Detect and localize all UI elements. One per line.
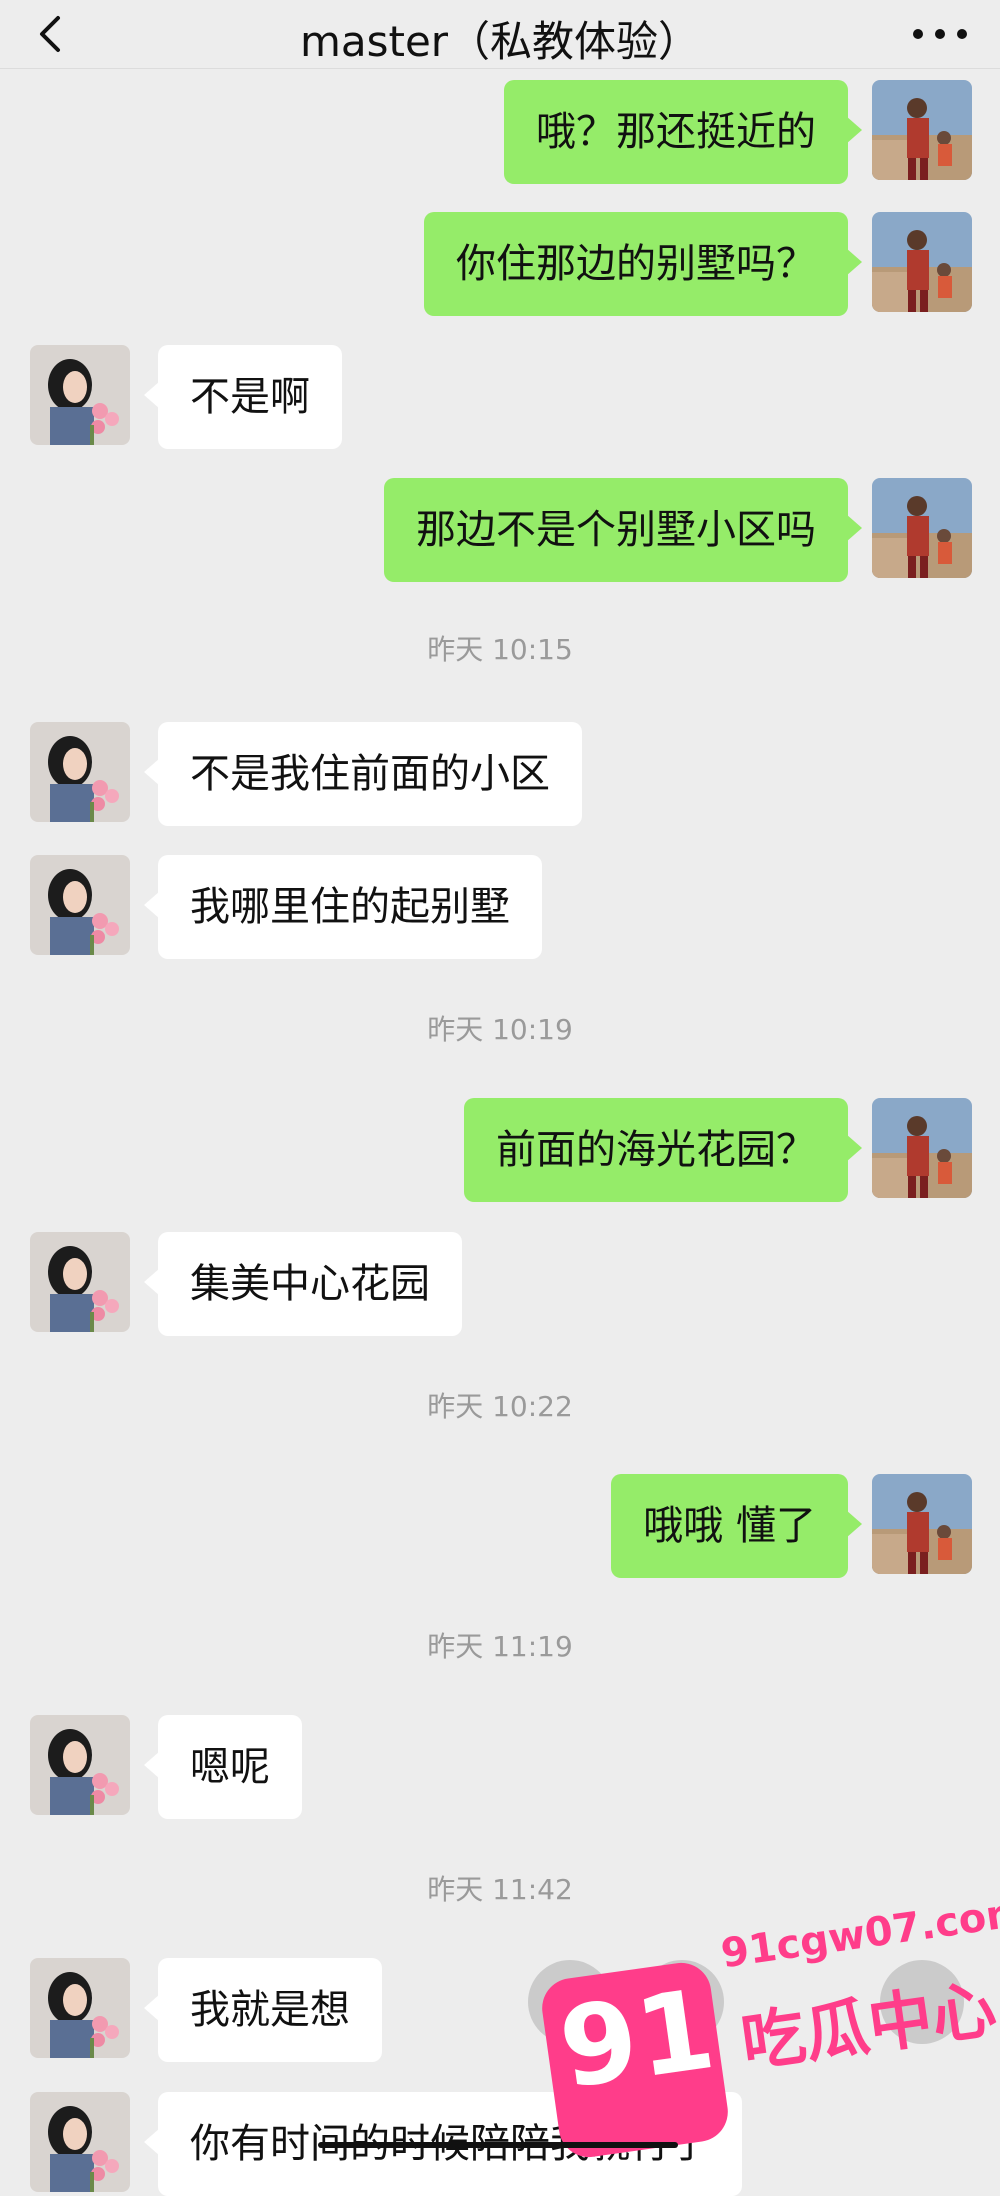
contact-avatar[interactable] xyxy=(30,1715,130,1815)
message-bubble[interactable]: 集美中心花园 xyxy=(144,1232,462,1336)
message-bubble[interactable]: 我就是想 xyxy=(144,1958,382,2062)
redaction-line xyxy=(318,2142,678,2148)
sent-message: 那边不是个别墅小区吗 xyxy=(0,478,1000,582)
timestamp: 昨天 10:19 xyxy=(427,1013,573,1046)
sent-message: 你住那边的别墅吗？ xyxy=(0,212,1000,316)
my-avatar[interactable] xyxy=(872,1098,972,1198)
sent-message: 哦哦 懂了 xyxy=(0,1474,1000,1578)
my-avatar[interactable] xyxy=(872,80,972,180)
message-bubble[interactable]: 我哪里住的起别墅 xyxy=(144,855,542,959)
contact-avatar[interactable] xyxy=(30,345,130,445)
watermark-name: 吃瓜中心 xyxy=(736,1972,1000,2082)
sent-message: 哦？那还挺近的 xyxy=(0,80,1000,184)
received-message: 不是啊 xyxy=(0,345,1000,449)
message-bubble[interactable]: 你住那边的别墅吗？ xyxy=(424,212,862,316)
contact-avatar[interactable] xyxy=(30,1232,130,1332)
timestamp: 昨天 10:15 xyxy=(427,633,573,666)
watermark-logo: 91 91cgw07.com 吃瓜中心 xyxy=(538,1880,1000,2165)
chat-title: master（私教体验） xyxy=(299,17,701,66)
timestamp: 昨天 11:19 xyxy=(427,1630,573,1663)
my-avatar[interactable] xyxy=(872,212,972,312)
contact-avatar[interactable] xyxy=(30,722,130,822)
message-bubble[interactable]: 那边不是个别墅小区吗 xyxy=(384,478,862,582)
contact-avatar[interactable] xyxy=(30,1958,130,2058)
received-message: 不是我住前面的小区 xyxy=(0,722,1000,826)
contact-avatar[interactable] xyxy=(30,2092,130,2192)
received-message: 我哪里住的起别墅 xyxy=(0,855,1000,959)
contact-avatar[interactable] xyxy=(30,855,130,955)
timestamp: 昨天 10:22 xyxy=(427,1390,573,1423)
message-bubble[interactable]: 嗯呢 xyxy=(144,1715,302,1819)
received-message: 集美中心花园 xyxy=(0,1232,1000,1336)
my-avatar[interactable] xyxy=(872,478,972,578)
message-bubble[interactable]: 不是我住前面的小区 xyxy=(144,722,582,826)
more-dots-icon[interactable] xyxy=(910,26,970,42)
message-bubble[interactable]: 哦？那还挺近的 xyxy=(504,80,862,184)
received-message: 嗯呢 xyxy=(0,1715,1000,1819)
chat-header: master（私教体验） xyxy=(0,0,1000,69)
message-bubble[interactable]: 不是啊 xyxy=(144,345,342,449)
sent-message: 前面的海光花园？ xyxy=(0,1098,1000,1202)
my-avatar[interactable] xyxy=(872,1474,972,1574)
message-bubble[interactable]: 哦哦 懂了 xyxy=(611,1474,862,1578)
message-bubble[interactable]: 前面的海光花园？ xyxy=(464,1098,862,1202)
watermark-number: 91 xyxy=(552,1964,722,2114)
